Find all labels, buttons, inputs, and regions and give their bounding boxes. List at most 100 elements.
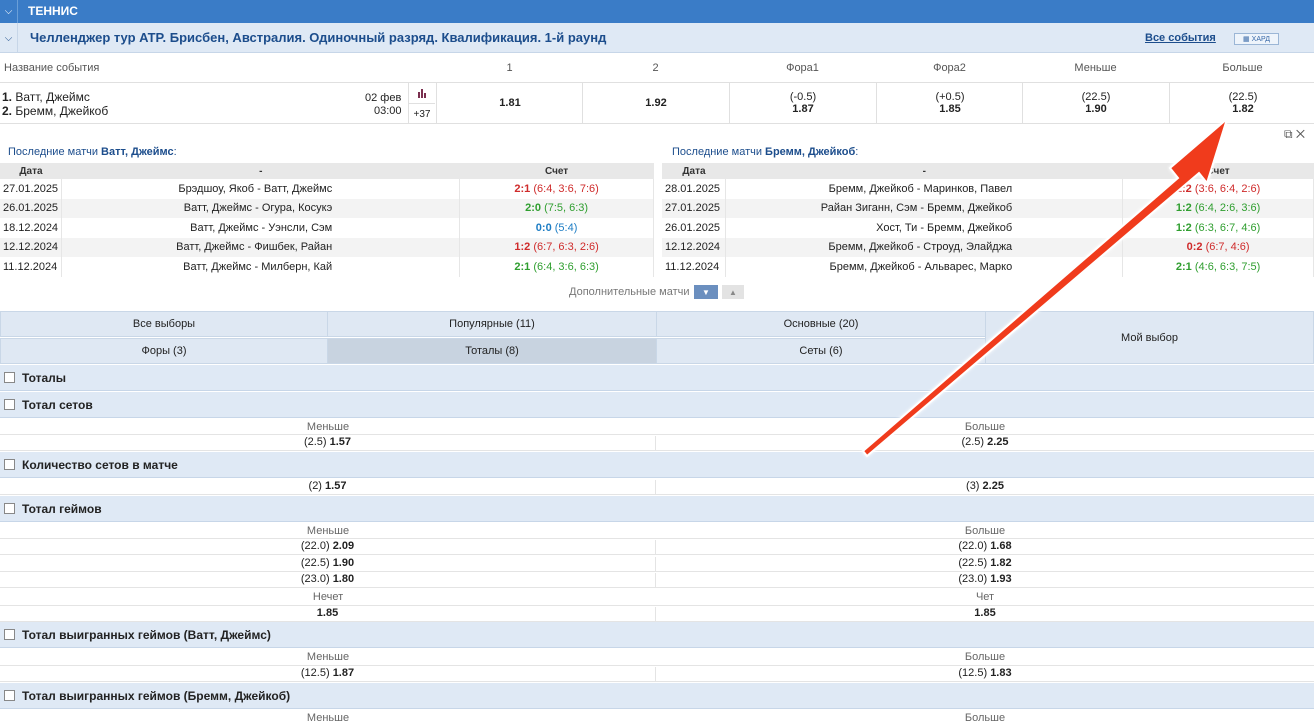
line: (22.0) [300,540,330,552]
market-title: Тоталы [22,371,67,385]
match-players: Ватт, Джеймс - Милберн, Кай [61,257,461,277]
odd-cell-left[interactable]: (22.5) 1.90 [0,557,656,572]
odd-cell-left[interactable]: (2.5) 1.57 [0,436,656,451]
close-icon[interactable]: ✕ [1296,127,1305,141]
market-won-p1-header[interactable]: Тотал выигранных геймов (Ватт, Джеймс) [0,622,1314,648]
tab-main[interactable]: Основные (20) [656,311,986,337]
odd-cell-left[interactable]: 1.85 [0,607,656,622]
less-label: Меньше [306,651,350,663]
odd-cell-left[interactable]: (2) 1.57 [0,480,656,495]
less-odd: 1.90 [1085,103,1107,115]
tab-foras[interactable]: Форы (3) [0,338,328,364]
col-more: Больше [1222,62,1263,74]
tab-my-choice[interactable]: Мой выбор [985,311,1314,364]
more-line: (22.5) [1228,91,1258,103]
less-label: Меньше [306,712,350,724]
odd-cell-left[interactable]: (22.0) 2.09 [0,540,656,555]
last-suffix: : [855,146,859,158]
market-won-p2-header[interactable]: Тотал выигранных геймов (Бремм, Джейкоб) [0,683,1314,709]
market-sets-count-header[interactable]: Количество сетов в матче [0,452,1314,478]
market-checkbox[interactable] [4,629,15,640]
match-score-cell: 2:1 (6:4, 3:6, 7:6) [459,179,654,199]
line: (12.5) [958,667,988,679]
match-date: 26.01.2025 [662,218,727,238]
sport-header[interactable]: ⌵ ТЕННИС [0,0,1314,23]
odd-cell-right[interactable]: (23.0) 1.93 [657,573,1313,585]
last-match-row[interactable]: 28.01.2025 Бремм, Джейкоб - Маринков, Пав… [662,179,1314,199]
odd-fora2[interactable]: (+0.5) 1.85 [876,83,1023,123]
odd-1[interactable]: 1.81 [436,83,583,123]
last-player: Ватт, Джеймс [101,146,174,158]
line: (23.0) [958,573,988,585]
market-total-games-header[interactable]: Тотал геймов [0,496,1314,522]
last-match-row[interactable]: 11.12.2024 Ватт, Джеймс - Милберн, Кай 2:1… [0,257,654,277]
odd-cell-right[interactable]: (3) 2.25 [657,480,1313,492]
match-sets: (5:4) [554,221,578,234]
last-match-row[interactable]: 27.01.2025 Райан Зиганн, Сэм - Бремм, Дже… [662,198,1314,218]
match-score: 2:1 [1175,260,1192,273]
odd-2[interactable]: 1.92 [582,83,729,123]
odds-row: (2) 1.57 (3) 2.25 [0,479,1314,495]
odd-cell-right[interactable]: (22.5) 1.82 [657,557,1313,569]
stats-button[interactable] [408,83,435,103]
match-players: Бремм, Джейкоб - Маринков, Павел [725,179,1124,199]
odd: 1.82 [990,557,1012,569]
odd-cell-right[interactable]: 1.85 [657,607,1313,619]
event-time: 03:00 [374,105,402,117]
odd: 1.87 [332,667,355,679]
odd-1-value: 1.81 [499,97,521,109]
last-match-row[interactable]: 11.12.2024 Бремм, Джейкоб - Альварес, Мар… [662,257,1314,277]
market-checkbox[interactable] [4,459,15,470]
odd-fora1[interactable]: (-0.5) 1.87 [729,83,876,123]
odd-cell-left[interactable]: (23.0) 1.80 [0,573,656,588]
chevron-up-icon[interactable]: ▲ [722,285,744,299]
match-score-cell: 1:2 (3:6, 6:4, 2:6) [1122,179,1314,199]
odd: 2.25 [987,436,1009,448]
last-match-row[interactable]: 18.12.2024 Ватт, Джеймс - Уэнсли, Сэм 0:0 … [0,218,654,238]
market-checkbox[interactable] [4,372,15,383]
match-date: 18.12.2024 [0,218,63,238]
last-match-row[interactable]: 12.12.2024 Ватт, Джеймс - Фишбек, Райан 1:… [0,237,654,257]
last-match-row[interactable]: 26.01.2025 Ватт, Джеймс - Огура, Косукэ 2:… [0,198,654,218]
match-sets: (6:4, 2:6, 3:6) [1194,202,1261,215]
match-score-cell: 1:2 (6:3, 6:7, 4:6) [1122,218,1314,238]
col-fora2: Фора2 [933,62,966,74]
market-checkbox[interactable] [4,399,15,410]
market-checkbox[interactable] [4,690,15,701]
odd-cell-right[interactable]: (12.5) 1.83 [657,667,1313,679]
market-totals-header[interactable]: Тоталы [0,365,1314,391]
tab-all[interactable]: Все выборы [0,311,328,337]
market-checkbox[interactable] [4,503,15,514]
odd-more[interactable]: (22.5) 1.82 [1169,83,1314,123]
odd-cell-right[interactable]: (2.5) 2.25 [657,436,1313,448]
league-header[interactable]: ⌵ Челленджер тур ATP. Брисбен, Австралия… [0,23,1314,53]
player1[interactable]: 1. Ватт, Джеймс [2,90,90,104]
market-total-sets-header[interactable]: Тотал сетов [0,392,1314,418]
fora1-odd: 1.87 [792,103,814,115]
fora1-line: (-0.5) [789,91,817,103]
bar-chart-icon [418,89,426,98]
match-score: 1:2 [1175,182,1192,195]
last-match-row[interactable]: 27.01.2025 Брэдшоу, Якоб - Ватт, Джеймс 2:… [0,179,654,199]
odd-less[interactable]: (22.5) 1.90 [1022,83,1169,123]
tab-totals[interactable]: Тоталы (8) [327,338,657,364]
col-event-name: Название события [4,62,100,74]
odd: 2.09 [332,540,355,552]
more-markets-button[interactable]: +37 [408,103,435,124]
col-match: - [61,163,460,179]
tab-popular[interactable]: Популярные (11) [327,311,657,337]
popout-icon[interactable]: ⧉ [1284,127,1293,141]
last-match-row[interactable]: 26.01.2025 Хост, Ти - Бремм, Джейкоб 1:2 (… [662,218,1314,238]
player2[interactable]: 2. Бремм, Джейкоб [2,104,108,118]
last-match-row[interactable]: 12.12.2024 Бремм, Джейкоб - Строуд, Элайд… [662,237,1314,257]
collapse-chevron-icon[interactable]: ⌵ [0,23,18,53]
odd-cell-right[interactable]: (22.0) 1.68 [657,540,1313,552]
collapse-chevron-icon[interactable]: ⌵ [0,0,18,23]
tab-sets[interactable]: Сеты (6) [656,338,986,364]
odd-cell-left[interactable]: (12.5) 1.87 [0,667,656,682]
match-date: 11.12.2024 [0,257,63,277]
all-events-link[interactable]: Все события [1145,32,1216,44]
chevron-down-icon[interactable]: ▼ [694,285,718,299]
odd: 1.85 [974,607,996,619]
match-score: 1:2 [514,241,531,254]
